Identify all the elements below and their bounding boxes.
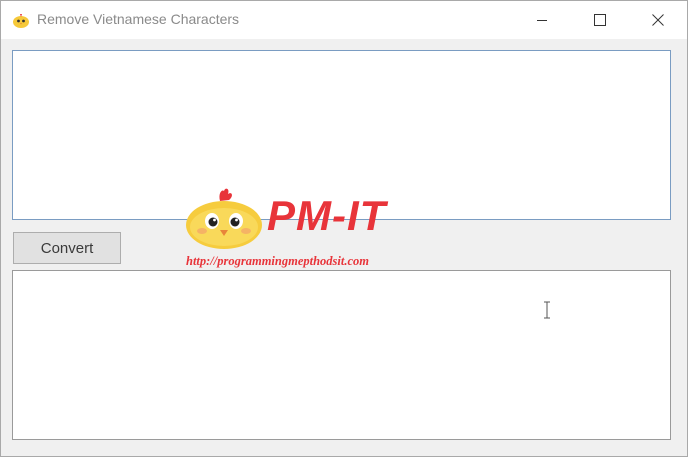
close-icon xyxy=(652,14,664,26)
maximize-button[interactable] xyxy=(571,1,629,39)
window-title: Remove Vietnamese Characters xyxy=(37,11,240,27)
text-cursor-icon xyxy=(542,300,552,320)
app-window: Remove Vietnamese Characters Convert PM-… xyxy=(0,0,688,457)
maximize-icon xyxy=(594,14,606,26)
minimize-icon xyxy=(536,14,548,26)
convert-button-label: Convert xyxy=(40,240,94,257)
title-bar[interactable]: Remove Vietnamese Characters xyxy=(1,1,687,39)
minimize-button[interactable] xyxy=(513,1,571,39)
convert-button[interactable]: Convert xyxy=(13,232,121,264)
close-button[interactable] xyxy=(629,1,687,39)
chick-icon xyxy=(12,11,30,29)
watermark-url: http://programmingmepthodsit.com xyxy=(186,254,370,268)
output-textbox[interactable] xyxy=(12,270,671,440)
input-textbox[interactable] xyxy=(12,50,671,220)
